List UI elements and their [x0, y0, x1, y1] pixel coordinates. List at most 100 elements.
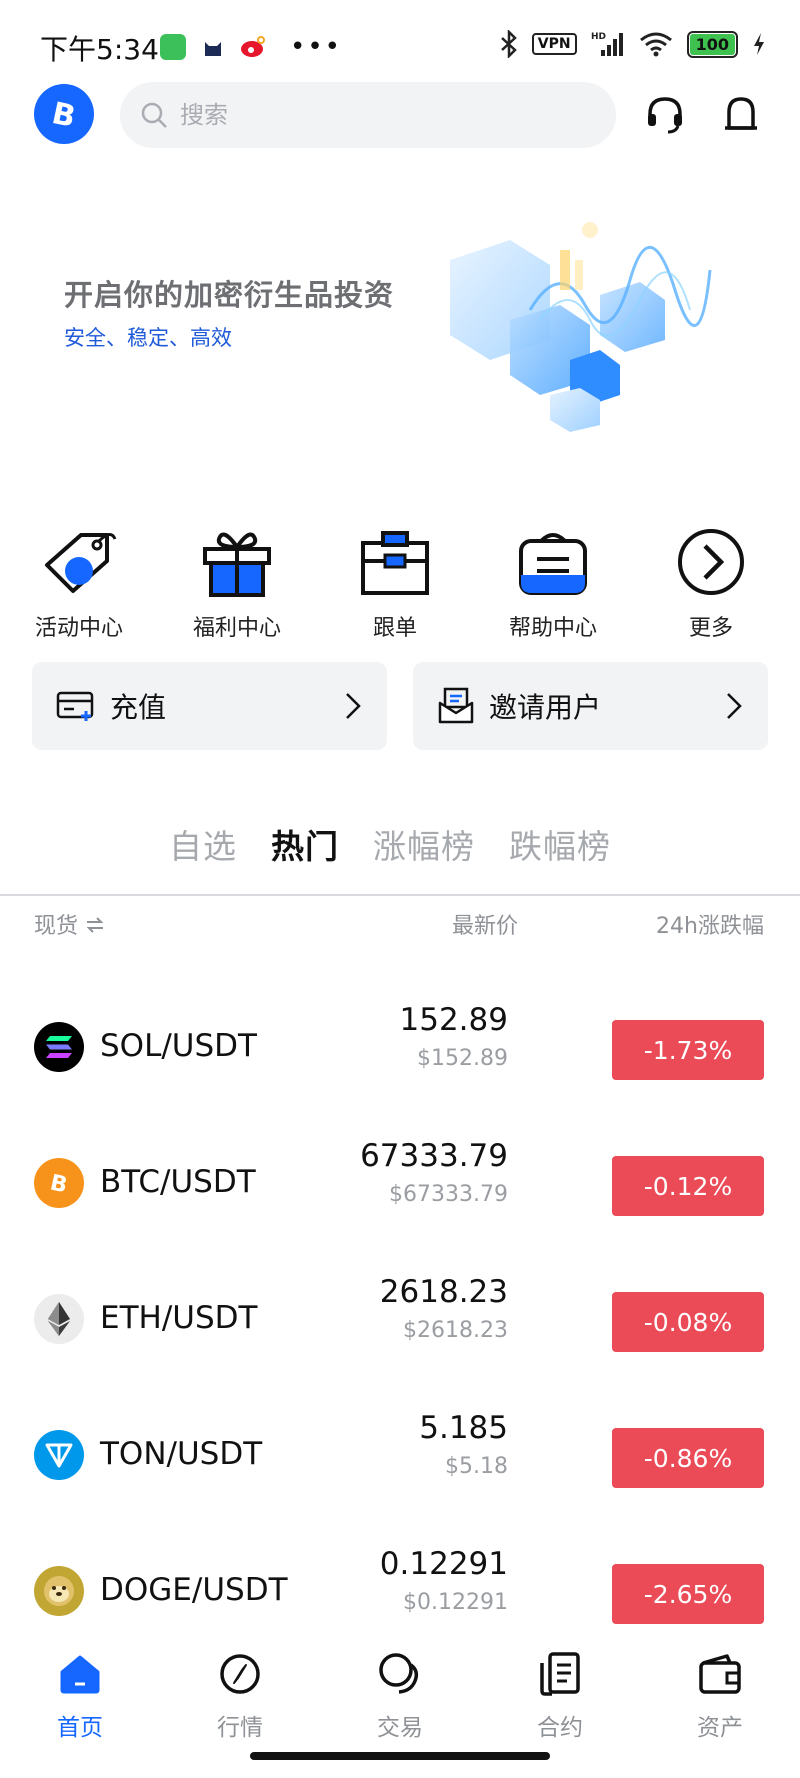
banner-title: 开启你的加密衍生品投资 — [64, 278, 395, 312]
search-bar[interactable] — [120, 82, 616, 148]
change-24h-column: 24h涨跌幅 — [656, 914, 764, 939]
shortcut-label: 更多 — [688, 616, 733, 641]
svg-text:B: B — [49, 96, 79, 134]
chevron-right-icon — [346, 693, 361, 719]
trade-coins-icon — [320, 1646, 480, 1702]
nav-home[interactable]: 首页 — [0, 1630, 160, 1778]
market-usd-price: $2618.23 — [403, 1318, 508, 1343]
swap-arrows-icon — [86, 917, 104, 933]
status-bar: 下午5:34 ••• VPN HD 100 — [0, 0, 800, 90]
toncoin-coin-icon — [34, 1430, 84, 1480]
weibo-icon — [240, 34, 266, 60]
nav-label: 交易 — [377, 1715, 423, 1741]
shortcut-copy-trading[interactable]: 跟单 — [316, 520, 474, 641]
quick-actions: 充值 邀请用户 — [32, 662, 768, 750]
nav-label: 资产 — [697, 1715, 743, 1741]
market-price: 2618.23 — [379, 1274, 508, 1310]
market-row-btc[interactable]: B BTC/USDT 67333.79 $67333.79 -0.12% — [0, 1120, 800, 1256]
market-usd-price: $5.18 — [445, 1454, 508, 1479]
change-badge[interactable]: -0.12% — [612, 1156, 764, 1216]
wallet-icon — [640, 1646, 800, 1702]
dogecoin-coin-icon — [34, 1566, 84, 1616]
market-column-header: 现货 最新价 24h涨跌幅 — [0, 908, 800, 948]
tab-hot[interactable]: 热门 — [271, 820, 339, 890]
card-deposit-icon — [56, 691, 94, 721]
tab-gainers[interactable]: 涨幅榜 — [373, 820, 475, 890]
chevron-right-icon — [727, 693, 742, 719]
tab-losers[interactable]: 跌幅榜 — [509, 820, 611, 890]
invite-users-label: 邀请用户 — [489, 691, 602, 724]
battery-indicator: 100 — [686, 30, 738, 58]
market-usd-price: $0.12291 — [403, 1590, 508, 1615]
change-badge[interactable]: -2.65% — [612, 1564, 764, 1624]
home-icon — [0, 1646, 160, 1702]
market-tabs: 自选 热门 涨幅榜 跌幅榜 — [0, 820, 800, 890]
svg-text:B: B — [48, 1170, 70, 1197]
market-price: 5.185 — [419, 1410, 508, 1446]
market-row-eth[interactable]: ETH/USDT 2618.23 $2618.23 -0.08% — [0, 1256, 800, 1392]
cellular-signal-icon: HD — [591, 32, 623, 56]
shortcut-activity-center[interactable]: 活动中心 — [0, 520, 158, 641]
tab-favorites[interactable]: 自选 — [169, 820, 237, 890]
change-badge[interactable]: -0.86% — [612, 1428, 764, 1488]
search-icon — [141, 102, 167, 128]
nav-label: 行情 — [217, 1715, 263, 1741]
change-badge[interactable]: -1.73% — [612, 1020, 764, 1080]
invite-letter-icon — [438, 687, 474, 724]
nav-assets[interactable]: 资产 — [640, 1630, 800, 1778]
contract-doc-icon — [480, 1646, 640, 1702]
shortcut-help-center[interactable]: 帮助中心 — [474, 520, 632, 641]
bitcoin-coin-icon: B — [34, 1158, 84, 1208]
support-headset-icon[interactable] — [640, 90, 690, 140]
ethereum-coin-icon — [34, 1294, 84, 1344]
svg-text:HD: HD — [591, 32, 606, 42]
shortcut-label: 活动中心 — [34, 616, 123, 641]
shortcut-label: 帮助中心 — [508, 616, 597, 641]
tabs-divider — [0, 894, 800, 896]
market-pair: DOGE/USDT — [100, 1572, 288, 1608]
notification-icons: ••• — [160, 32, 342, 62]
notification-bell-icon[interactable] — [716, 90, 766, 140]
home-indicator[interactable] — [250, 1752, 550, 1760]
invite-users-button[interactable]: 邀请用户 — [413, 662, 768, 750]
shortcut-label: 福利中心 — [192, 616, 281, 641]
market-pair: ETH/USDT — [100, 1300, 258, 1336]
compass-icon — [160, 1646, 320, 1702]
market-pair: BTC/USDT — [100, 1164, 256, 1200]
vpn-badge: VPN — [531, 33, 577, 55]
deposit-button[interactable]: 充值 — [32, 662, 387, 750]
system-status: VPN HD 100 — [500, 30, 766, 58]
briefcase-icon — [316, 520, 474, 604]
spot-column-toggle[interactable]: 现货 — [34, 908, 105, 940]
change-badge[interactable]: -0.08% — [612, 1292, 764, 1352]
market-pair: SOL/USDT — [100, 1028, 257, 1064]
status-time: 下午5:34 — [40, 33, 159, 66]
gift-icon — [158, 520, 316, 604]
more-notifications-icon: ••• — [290, 32, 343, 62]
promo-banner[interactable]: 开启你的加密衍生品投资 安全、稳定、高效 — [0, 200, 800, 490]
banner-illustration — [450, 222, 712, 432]
market-usd-price: $67333.79 — [389, 1182, 508, 1207]
shortcut-welfare-center[interactable]: 福利中心 — [158, 520, 316, 641]
market-row-sol[interactable]: SOL/USDT 152.89 $152.89 -1.73% — [0, 984, 800, 1120]
market-row-ton[interactable]: TON/USDT 5.185 $5.18 -0.86% — [0, 1392, 800, 1528]
top-bar: B — [0, 80, 800, 152]
help-bag-icon — [474, 520, 632, 604]
search-input[interactable] — [180, 101, 560, 129]
bitcoin-logo[interactable]: B — [34, 84, 94, 144]
shortcut-label: 跟单 — [372, 616, 417, 641]
shortcut-more[interactable]: 更多 — [632, 520, 790, 641]
shortcut-grid: 活动中心 福利中心 跟单 帮助中心 更多 — [0, 520, 800, 641]
solana-coin-icon — [34, 1022, 84, 1072]
cat-app-icon — [200, 34, 226, 60]
nav-label: 首页 — [57, 1715, 103, 1741]
nav-label: 合约 — [537, 1715, 583, 1741]
market-usd-price: $152.89 — [417, 1046, 508, 1071]
bluetooth-icon — [500, 30, 517, 58]
banner-subtitle: 安全、稳定、高效 — [64, 326, 232, 350]
market-list: SOL/USDT 152.89 $152.89 -1.73% B BTC/USD… — [0, 984, 800, 1664]
wifi-icon — [639, 32, 672, 57]
app-notification-icon — [160, 34, 186, 60]
tag-icon — [0, 520, 158, 604]
latest-price-column: 最新价 — [451, 914, 518, 939]
